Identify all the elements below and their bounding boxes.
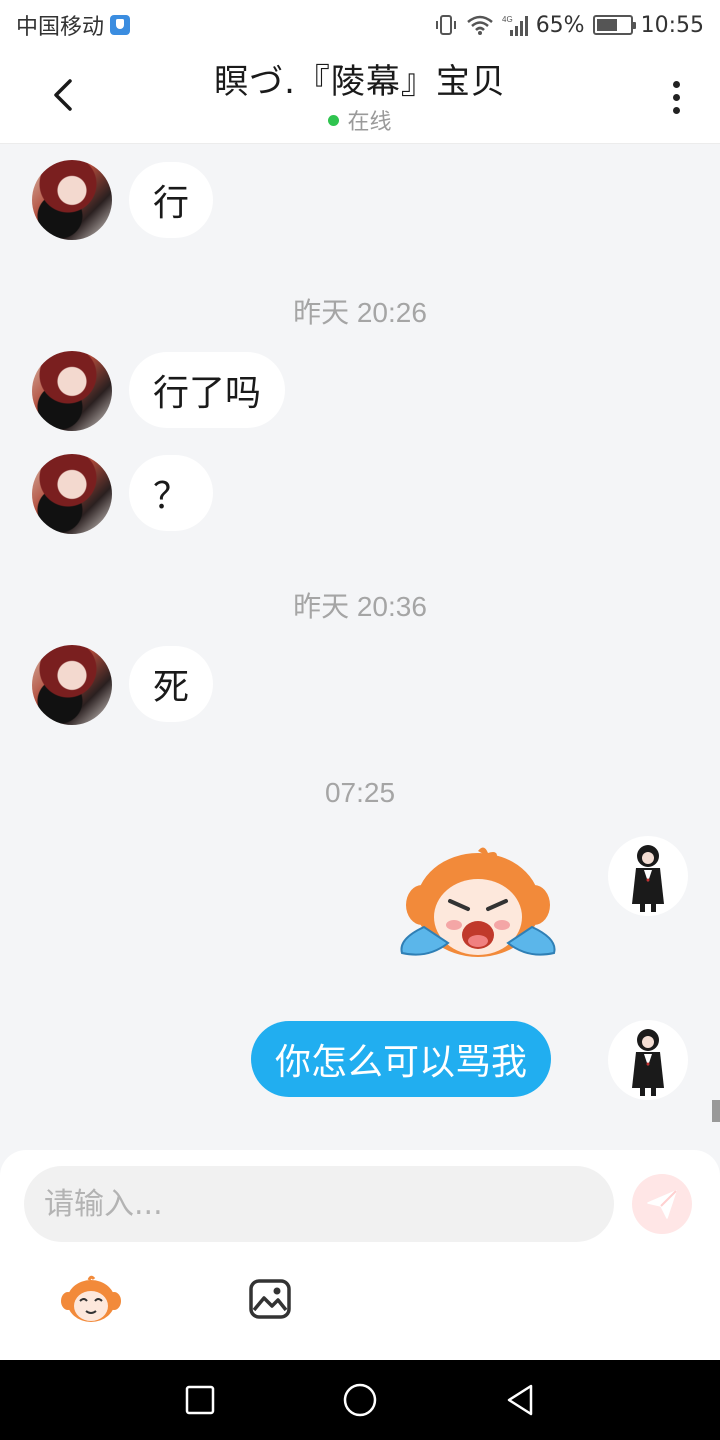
home-button[interactable] [338, 1378, 382, 1422]
my-avatar[interactable] [608, 1020, 688, 1100]
battery-icon [592, 15, 636, 35]
battery-percent: 65% [535, 12, 585, 38]
status-right: 4G 65% 10:55 [434, 13, 704, 38]
contact-name: 瞑づ.『陵幕』宝贝 [214, 62, 506, 102]
contact-avatar[interactable] [32, 645, 112, 725]
girl-avatar-icon [632, 845, 664, 912]
clock: 10:55 [640, 12, 704, 38]
vibrate-icon [434, 13, 458, 37]
system-nav-bar [0, 1360, 720, 1440]
my-avatar[interactable] [608, 836, 688, 916]
contact-avatar[interactable] [32, 454, 112, 534]
monkey-emoji-icon [61, 1275, 121, 1322]
send-icon [647, 1190, 677, 1219]
incoming-message-bubble[interactable]: ？ [129, 455, 214, 531]
message-timestamp: 昨天 20:36 [293, 591, 427, 622]
crying-monkey-sticker[interactable] [388, 843, 568, 973]
incoming-message-bubble[interactable]: 行 [129, 162, 214, 238]
incoming-message-bubble[interactable]: 死 [129, 646, 214, 722]
more-options-button[interactable] [658, 74, 694, 120]
send-button[interactable] [632, 1174, 692, 1234]
message-input[interactable] [24, 1166, 614, 1242]
scrollbar[interactable] [712, 1100, 720, 1122]
chat-header: 瞑づ.『陵幕』宝贝 在线 [0, 50, 720, 144]
outgoing-message-bubble[interactable]: 你怎么可以骂我 [251, 1021, 552, 1097]
composer [0, 1150, 720, 1360]
carrier-name: 中国移动 [16, 15, 105, 40]
message-list[interactable]: 行 昨天 20:26 行了吗 ？ 昨天 20:36 死 07:25 你怎么可以骂… [0, 145, 720, 1150]
girl-avatar-icon [632, 1029, 664, 1096]
online-dot-icon [328, 114, 340, 126]
signal-icon: 4G [502, 14, 528, 36]
status-left: 中国移动 [16, 9, 131, 41]
wifi-icon [466, 14, 494, 36]
image-icon [249, 1279, 291, 1319]
system-back-button[interactable] [498, 1378, 542, 1422]
circle-icon [343, 1383, 377, 1417]
square-icon [185, 1385, 215, 1415]
message-timestamp: 昨天 20:26 [293, 297, 427, 328]
shield-icon [110, 15, 131, 35]
image-button[interactable] [246, 1276, 294, 1322]
emoji-button[interactable] [58, 1270, 124, 1328]
contact-avatar[interactable] [32, 160, 112, 240]
recent-apps-button[interactable] [178, 1378, 222, 1422]
online-status-label: 在线 [347, 110, 392, 135]
battery-level [596, 19, 618, 31]
incoming-message-bubble[interactable]: 行了吗 [129, 352, 286, 428]
triangle-back-icon [507, 1384, 533, 1416]
online-status: 在线 [0, 104, 720, 136]
contact-avatar[interactable] [32, 351, 112, 431]
status-bar: 中国移动 4G 65% 10:55 [0, 0, 720, 50]
message-timestamp: 07:25 [324, 777, 396, 808]
more-vertical-icon [672, 80, 680, 88]
network-type: 4G [502, 15, 513, 24]
